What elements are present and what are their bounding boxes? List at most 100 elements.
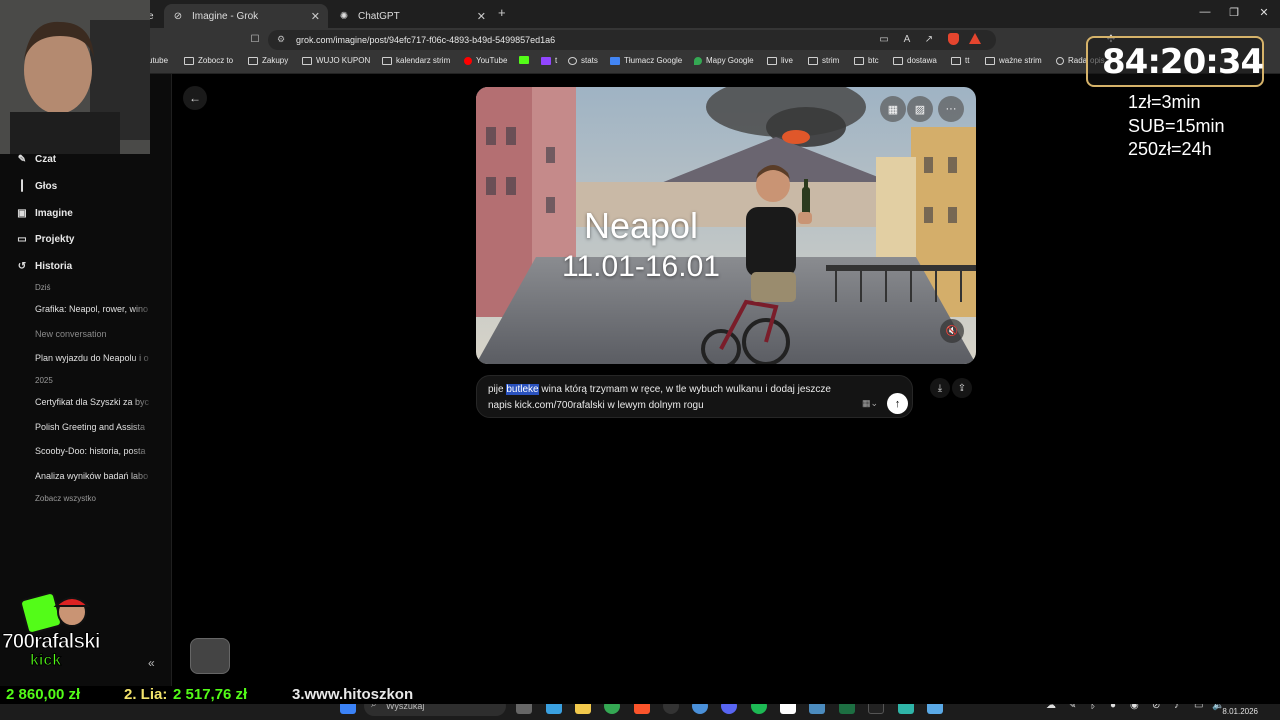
sidebar-item-imagine[interactable]: ▣ Imagine	[16, 207, 73, 219]
ticker-text: 2. Lia:	[124, 686, 168, 703]
maximize-button[interactable]: ❐	[1219, 6, 1249, 19]
bookmark-folder[interactable]: live	[767, 56, 793, 65]
section-label-year: 2025	[35, 376, 53, 385]
folder-icon	[767, 56, 777, 65]
folder-icon: ▭	[17, 233, 27, 245]
bookmark-twitch[interactable]: t	[541, 56, 557, 65]
prompt-line-1: pije butleke wina którą trzymam w ręce, …	[488, 384, 831, 395]
bookmark-folder[interactable]: dostawa	[893, 56, 937, 65]
folder-icon	[808, 56, 818, 65]
chevron-down-icon: ⌄	[870, 398, 879, 408]
bookmark-item[interactable]: Rada	[1056, 56, 1087, 65]
history-item[interactable]: Plan wyjazdu do Neapolu i o	[35, 353, 155, 363]
bookmark-folder[interactable]: Zakupy	[248, 56, 288, 65]
bookmark-youtube[interactable]: YouTube	[464, 56, 507, 65]
video-toggle-button[interactable]: ▦⌄	[862, 398, 878, 409]
history-item[interactable]: Scooby-Doo: historia, posta	[35, 446, 155, 456]
film-icon: ▦	[887, 103, 899, 116]
bookmark-folder[interactable]: ważne strim	[985, 56, 1042, 65]
brave-rewards-icon[interactable]	[968, 33, 982, 47]
more-dots-icon: ···	[945, 103, 957, 115]
close-icon[interactable]: ✕	[311, 10, 320, 23]
channel-logo: 700rafalski kick	[2, 590, 106, 676]
ticker-text: 2 517,76 zł	[173, 686, 248, 703]
bookmark-folder[interactable]: btc	[854, 56, 879, 65]
twitch-icon	[541, 56, 551, 65]
film-icon: ▦	[862, 398, 871, 408]
video-mode-button[interactable]: ▦	[880, 96, 906, 122]
brave-shield-icon[interactable]	[946, 33, 960, 47]
sidebar-item-glos[interactable]: ┃ Głos	[16, 180, 57, 192]
voice-wave-icon: ┃	[18, 180, 26, 192]
bookmark-kick[interactable]	[519, 56, 533, 64]
share-icon[interactable]: ↗	[922, 33, 936, 47]
close-icon[interactable]: ✕	[477, 10, 486, 23]
download-button[interactable]: ⤓	[930, 378, 950, 398]
ticker-text: 2 860,00 zł	[6, 686, 81, 703]
send-button[interactable]: ↑	[887, 393, 908, 414]
logo-kick-text: kick	[29, 652, 62, 670]
drop-icon	[1056, 56, 1064, 65]
back-button[interactable]: ←	[183, 86, 207, 110]
browser-tab-bar: e ⊘ Imagine - Grok ✕ ✺ ChatGPT ✕ + — ❐ ✕	[0, 0, 1280, 28]
image-date-text: 11.01-16.01	[562, 250, 720, 283]
more-options-button[interactable]: ···	[938, 96, 964, 122]
image-icon: ▣	[17, 207, 27, 219]
cast-icon[interactable]: ▭	[877, 33, 891, 47]
see-all-link[interactable]: Zobacz wszystko	[35, 494, 96, 503]
bookmark-maps[interactable]: Mapy Google	[694, 56, 754, 65]
history-item[interactable]: Certyfikat dla Szyszki za byc	[35, 397, 155, 407]
avatar[interactable]	[190, 638, 230, 674]
translate-icon[interactable]: A	[900, 33, 914, 47]
bookmark-folder[interactable]: kalendarz strim	[382, 56, 450, 65]
webcam-overlay	[0, 0, 150, 154]
share-button[interactable]: ⇪	[952, 378, 972, 398]
bookmark-translate[interactable]: Tłumacz Google	[610, 56, 682, 65]
timer-text: 84:20:34	[1102, 42, 1264, 82]
history-item[interactable]: Grafika: Neapol, rower, wino	[35, 304, 155, 314]
stats-icon	[568, 56, 577, 65]
sidebar-item-projekty[interactable]: ▭ Projekty	[16, 233, 74, 245]
site-info-icon[interactable]: ⚙	[277, 34, 285, 45]
bookmark-stats[interactable]: stats	[568, 56, 598, 65]
new-tab-button[interactable]: +	[498, 5, 506, 20]
download-icon: ⤓	[937, 382, 943, 394]
history-item[interactable]: Analiza wyników badań labo	[35, 471, 155, 481]
ticker-text: 3.www.hitoszkon	[292, 686, 414, 703]
subathon-timer: 84:20:34	[1086, 36, 1264, 87]
folder-icon	[854, 56, 864, 65]
section-label-today: Dziś	[35, 283, 51, 292]
bookmark-folder[interactable]: tt	[951, 56, 969, 65]
sidebar-item-czat[interactable]: ✎ Czat	[16, 153, 56, 165]
history-item[interactable]: New conversation	[35, 329, 155, 339]
minimize-button[interactable]: —	[1190, 6, 1220, 18]
image-icon: ▨	[914, 103, 926, 116]
sidebar-item-historia[interactable]: ↺ Historia	[16, 260, 72, 272]
webcam-person-illustration	[0, 0, 150, 154]
bookmark-folder[interactable]: strim	[808, 56, 839, 65]
google-translate-icon	[610, 56, 620, 65]
bookmark-item[interactable]: utube	[148, 56, 168, 65]
prompt-input[interactable]: pije butleke wina którą trzymam w ręce, …	[476, 375, 913, 418]
speaker-muted-icon: 🔇	[945, 325, 959, 337]
close-window-button[interactable]: ✕	[1249, 6, 1279, 19]
prompt-line-2: napis kick.com/700rafalski w lewym dolny…	[488, 400, 704, 411]
kick-icon	[519, 56, 529, 64]
tab-chatgpt[interactable]: ✺ ChatGPT ✕	[330, 4, 494, 28]
bookmark-folder[interactable]: Zobocz to	[184, 56, 233, 65]
folder-icon	[951, 56, 961, 65]
folder-icon	[985, 56, 995, 65]
rate-line: SUB=15min	[1128, 116, 1225, 136]
history-item[interactable]: Polish Greeting and Assista	[35, 422, 155, 432]
tab-imagine-grok[interactable]: ⊘ Imagine - Grok ✕	[164, 4, 328, 28]
folder-icon	[302, 56, 312, 65]
bookmark-folder[interactable]: WUJO KUPON	[302, 56, 370, 65]
tab-label: Imagine - Grok	[192, 10, 259, 22]
rate-line: 250zł=24h	[1128, 139, 1212, 159]
image-mode-button[interactable]: ▨	[907, 96, 933, 122]
bookmark-icon[interactable]: ☐	[248, 33, 262, 47]
arrow-left-icon: ←	[189, 91, 201, 105]
mute-button[interactable]: 🔇	[940, 319, 964, 343]
chat-edit-icon: ✎	[17, 153, 27, 165]
collapse-sidebar-icon[interactable]: «	[148, 656, 155, 670]
